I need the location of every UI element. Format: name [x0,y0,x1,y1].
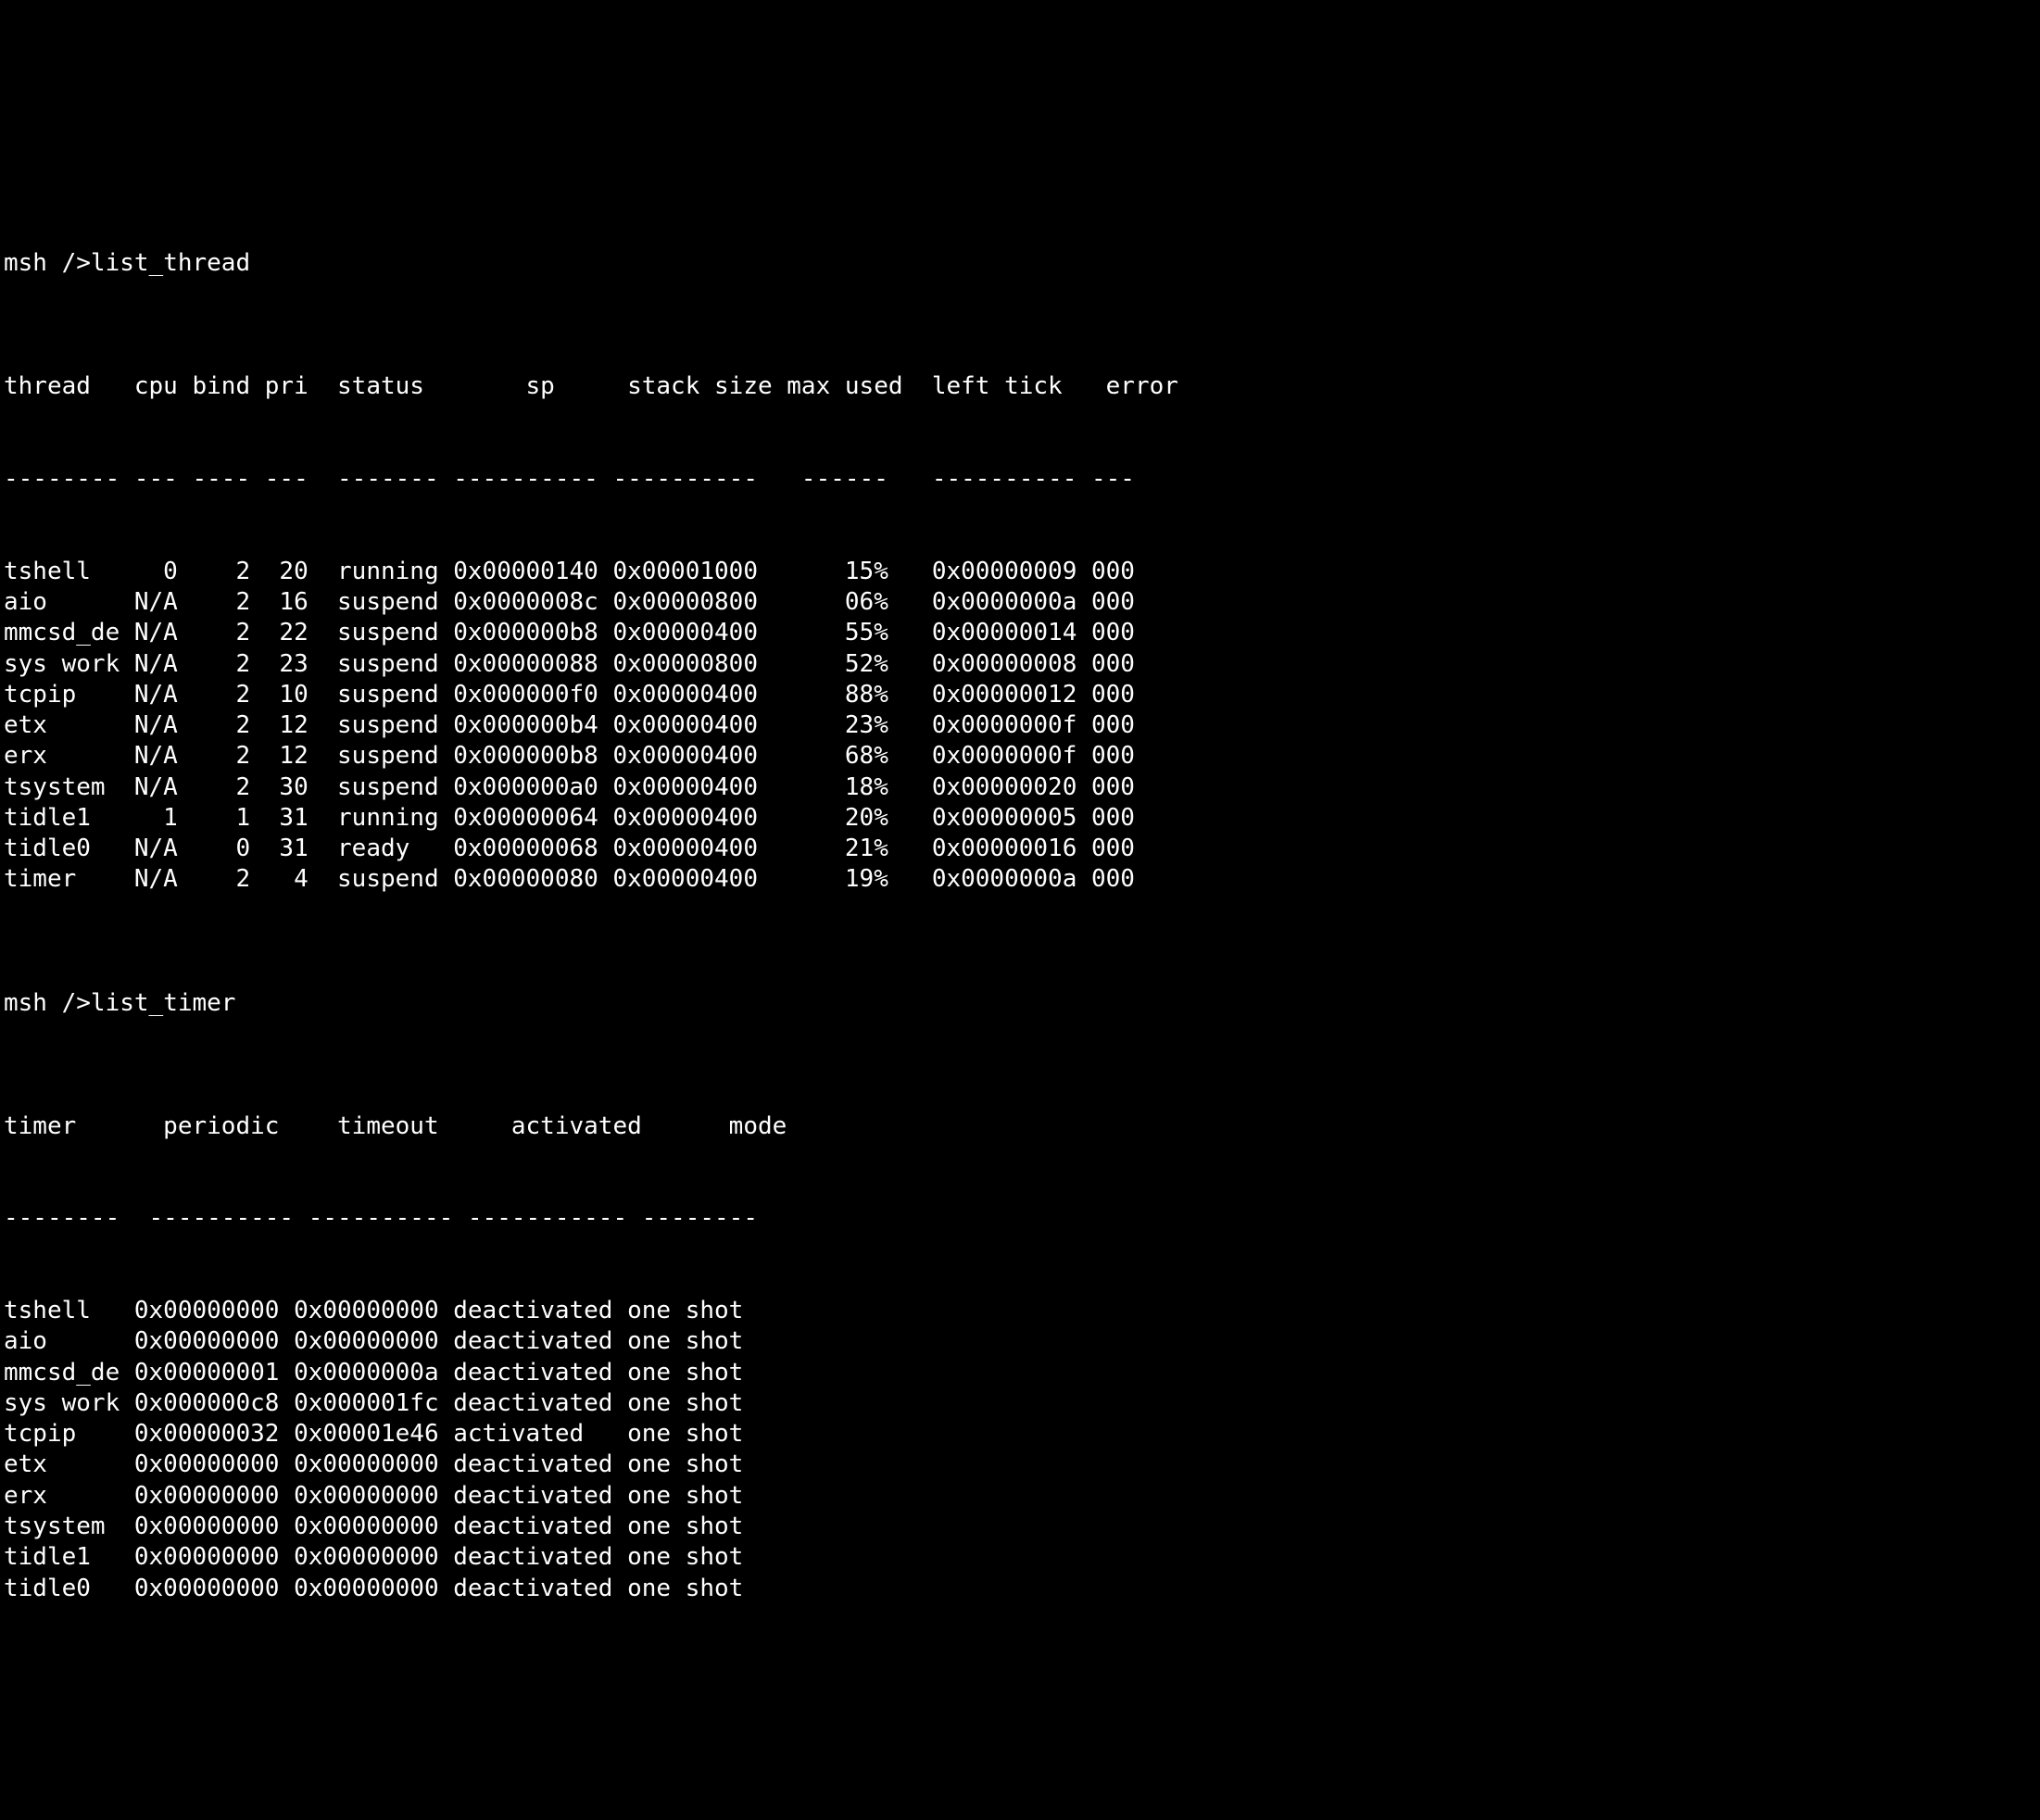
timer-row: tsystem 0x00000000 0x00000000 deactivate… [4,1512,2040,1542]
thread-row: sys work N/A 2 23 suspend 0x00000088 0x0… [4,649,2040,680]
thread-table-header: thread cpu bind pri status sp stack size… [4,371,2040,402]
prompt-text: msh /> [4,249,91,277]
cmd-list-timer: msh />list_timer [4,988,2040,1019]
timer-table-body: tshell 0x00000000 0x00000000 deactivated… [4,1296,2040,1604]
thread-row: etx N/A 2 12 suspend 0x000000b4 0x000004… [4,710,2040,741]
timer-row: mmcsd_de 0x00000001 0x0000000a deactivat… [4,1358,2040,1388]
thread-row: timer N/A 2 4 suspend 0x00000080 0x00000… [4,864,2040,895]
thread-row: tcpip N/A 2 10 suspend 0x000000f0 0x0000… [4,680,2040,710]
thread-table-body: tshell 0 2 20 running 0x00000140 0x00001… [4,557,2040,896]
timer-row: tidle1 0x00000000 0x00000000 deactivated… [4,1542,2040,1573]
timer-table-header: timer periodic timeout activated mode [4,1111,2040,1142]
timer-row: tcpip 0x00000032 0x00001e46 activated on… [4,1419,2040,1450]
thread-row: tshell 0 2 20 running 0x00000140 0x00001… [4,557,2040,587]
cmd-text: list_timer [91,989,236,1017]
timer-row: etx 0x00000000 0x00000000 deactivated on… [4,1450,2040,1480]
terminal-output[interactable]: msh />list_thread thread cpu bind pri st… [0,154,2040,1665]
thread-row: tidle0 N/A 0 31 ready 0x00000068 0x00000… [4,834,2040,864]
thread-row: erx N/A 2 12 suspend 0x000000b8 0x000004… [4,741,2040,772]
timer-row: erx 0x00000000 0x00000000 deactivated on… [4,1481,2040,1512]
thread-row: aio N/A 2 16 suspend 0x0000008c 0x000008… [4,587,2040,618]
timer-table-rule: -------- ---------- ---------- ---------… [4,1203,2040,1234]
prompt-text: msh /> [4,989,91,1017]
timer-row: tshell 0x00000000 0x00000000 deactivated… [4,1296,2040,1326]
thread-table-rule: -------- --- ---- --- ------- ----------… [4,464,2040,495]
cmd-list-thread: msh />list_thread [4,248,2040,279]
thread-row: tidle1 1 1 31 running 0x00000064 0x00000… [4,803,2040,834]
cmd-text: list_thread [91,249,250,277]
thread-row: tsystem N/A 2 30 suspend 0x000000a0 0x00… [4,772,2040,803]
timer-row: tidle0 0x00000000 0x00000000 deactivated… [4,1574,2040,1604]
timer-row: aio 0x00000000 0x00000000 deactivated on… [4,1326,2040,1357]
timer-row: sys work 0x000000c8 0x000001fc deactivat… [4,1388,2040,1419]
thread-row: mmcsd_de N/A 2 22 suspend 0x000000b8 0x0… [4,618,2040,648]
